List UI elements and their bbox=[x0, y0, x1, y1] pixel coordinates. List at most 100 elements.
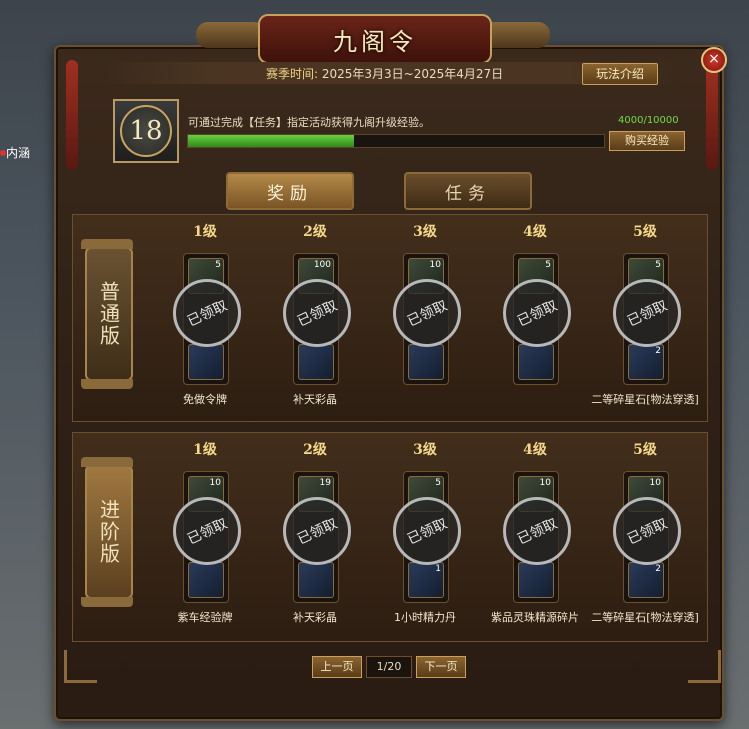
level-label: 1级 bbox=[193, 224, 217, 240]
xp-progress-fill bbox=[188, 135, 355, 147]
rules-button[interactable]: 玩法介绍 bbox=[582, 63, 658, 85]
tab-rewards[interactable]: 奖励 bbox=[226, 172, 354, 210]
season-time: 赛季时间: 2025年3月3日~2025年4月27日 bbox=[266, 65, 503, 82]
background-side-text: 内涵 bbox=[6, 146, 31, 160]
right-tassel bbox=[706, 60, 718, 170]
window-title: 九阁令 bbox=[258, 14, 492, 64]
reward-column: 1级 10 已领取 紫车经验牌 bbox=[155, 439, 255, 624]
corner-ornament bbox=[64, 650, 97, 683]
reward-column: 3级 5 1 已领取 1小时精力丹 bbox=[375, 439, 475, 624]
next-page-button[interactable]: 下一页 bbox=[416, 656, 466, 678]
item-count: 2 bbox=[655, 346, 661, 356]
reward-column: 5级 5 2 已领取 二等碎星石[物法穿透] bbox=[591, 221, 699, 406]
tier-advanced-label: 进阶版 bbox=[96, 499, 121, 565]
item-count: 5 bbox=[435, 478, 441, 488]
claimed-stamp-text: 已领取 bbox=[185, 515, 230, 549]
page-indicator: 1/20 bbox=[366, 656, 412, 678]
item-count: 10 bbox=[209, 478, 221, 488]
level-badge: 18 bbox=[113, 99, 179, 163]
reward-item-name: 紫车经验牌 bbox=[177, 611, 233, 624]
prev-page-button[interactable]: 上一页 bbox=[312, 656, 362, 678]
close-button[interactable]: × bbox=[701, 47, 727, 73]
claimed-stamp: 已领取 bbox=[173, 497, 241, 565]
claimed-stamp-text: 已领取 bbox=[515, 515, 560, 549]
claimed-stamp-text: 已领取 bbox=[295, 515, 340, 549]
season-dates: 2025年3月3日~2025年4月27日 bbox=[321, 67, 504, 81]
level-label: 4级 bbox=[523, 442, 547, 458]
tab-tasks[interactable]: 任务 bbox=[404, 172, 532, 210]
lantern-cap bbox=[81, 239, 133, 249]
reward-item-name: 补天彩晶 bbox=[293, 393, 337, 406]
title-wing-left bbox=[196, 22, 266, 48]
lantern-foot bbox=[81, 379, 133, 389]
tier-normal-lantern: 普通版 bbox=[81, 239, 133, 389]
item-count: 10 bbox=[649, 478, 661, 488]
corner-ornament bbox=[688, 650, 721, 683]
level-label: 5级 bbox=[633, 442, 657, 458]
claimed-stamp-text: 已领取 bbox=[625, 515, 670, 549]
left-tassel bbox=[66, 60, 78, 170]
reward-item-slot-advanced[interactable] bbox=[298, 344, 334, 380]
level-label: 2级 bbox=[303, 224, 327, 240]
tier-advanced-lantern: 进阶版 bbox=[81, 457, 133, 607]
reward-item-slot-advanced[interactable] bbox=[298, 562, 334, 598]
item-count: 2 bbox=[655, 564, 661, 574]
level-label: 5级 bbox=[633, 224, 657, 240]
reward-item-name: 二等碎星石[物法穿透] bbox=[591, 393, 699, 406]
reward-column: 4级 5 已领取 bbox=[485, 221, 585, 385]
xp-progress-bar bbox=[187, 134, 605, 148]
reward-column: 2级 100 已领取 补天彩晶 bbox=[265, 221, 365, 406]
claimed-stamp: 已领取 bbox=[503, 497, 571, 565]
item-count: 1 bbox=[435, 564, 441, 574]
xp-text: 4000/10000 bbox=[618, 115, 679, 126]
level-number: 18 bbox=[120, 105, 172, 157]
claimed-stamp-text: 已领取 bbox=[625, 297, 670, 331]
reward-item-name: 二等碎星石[物法穿透] bbox=[591, 611, 699, 624]
item-count: 10 bbox=[539, 478, 551, 488]
reward-item-slot-advanced[interactable]: 2 bbox=[628, 562, 664, 598]
level-label: 2级 bbox=[303, 442, 327, 458]
reward-column: 2级 19 已领取 补天彩晶 bbox=[265, 439, 365, 624]
level-label: 3级 bbox=[413, 442, 437, 458]
reward-item-name: 免做令牌 bbox=[183, 393, 227, 406]
item-count: 10 bbox=[429, 260, 441, 270]
season-time-label: 赛季时间: bbox=[266, 67, 319, 81]
pagination: 上一页 1/20 下一页 bbox=[312, 656, 466, 678]
item-count: 5 bbox=[545, 260, 551, 270]
reward-column: 3级 10 已领取 bbox=[375, 221, 475, 385]
reward-item-slot-advanced[interactable] bbox=[408, 344, 444, 380]
level-label: 4级 bbox=[523, 224, 547, 240]
claimed-stamp: 已领取 bbox=[283, 497, 351, 565]
lantern-foot bbox=[81, 597, 133, 607]
reward-item-slot-advanced[interactable] bbox=[518, 562, 554, 598]
reward-item-slot-advanced[interactable] bbox=[188, 344, 224, 380]
reward-column: 4级 10 已领取 紫品灵珠精源碎片 bbox=[485, 439, 585, 624]
reward-item-slot-advanced[interactable] bbox=[188, 562, 224, 598]
reward-column: 1级 5 已领取 免做令牌 bbox=[155, 221, 255, 406]
window-title-text: 九阁令 bbox=[333, 27, 417, 56]
claimed-stamp-text: 已领取 bbox=[515, 297, 560, 331]
tier-normal: 普通版 1级 5 已领取 免做令牌 2级 100 已领取 补天彩晶 3级 10 … bbox=[72, 214, 708, 422]
claimed-stamp: 已领取 bbox=[503, 279, 571, 347]
claimed-stamp: 已领取 bbox=[613, 497, 681, 565]
item-count: 5 bbox=[655, 260, 661, 270]
reward-item-name: 1小时精力丹 bbox=[394, 611, 456, 624]
tier-normal-label: 普通版 bbox=[96, 281, 121, 347]
reward-item-name: 紫品灵珠精源碎片 bbox=[491, 611, 579, 624]
claimed-stamp-text: 已领取 bbox=[405, 297, 450, 331]
reward-item-slot-advanced[interactable]: 1 bbox=[408, 562, 444, 598]
lantern-cap bbox=[81, 457, 133, 467]
reward-item-slot-advanced[interactable]: 2 bbox=[628, 344, 664, 380]
claimed-stamp: 已领取 bbox=[283, 279, 351, 347]
reward-item-name: 补天彩晶 bbox=[293, 611, 337, 624]
claimed-stamp-text: 已领取 bbox=[405, 515, 450, 549]
level-label: 3级 bbox=[413, 224, 437, 240]
item-count: 5 bbox=[215, 260, 221, 270]
claimed-stamp: 已领取 bbox=[393, 279, 461, 347]
buy-xp-button[interactable]: 购买经验 bbox=[609, 131, 685, 151]
reward-item-slot-advanced[interactable] bbox=[518, 344, 554, 380]
claimed-stamp-text: 已领取 bbox=[185, 297, 230, 331]
tier-advanced: 进阶版 1级 10 已领取 紫车经验牌 2级 19 已领取 补天彩晶 3级 5 … bbox=[72, 432, 708, 642]
reward-column: 5级 10 2 已领取 二等碎星石[物法穿透] bbox=[591, 439, 699, 624]
claimed-stamp-text: 已领取 bbox=[295, 297, 340, 331]
